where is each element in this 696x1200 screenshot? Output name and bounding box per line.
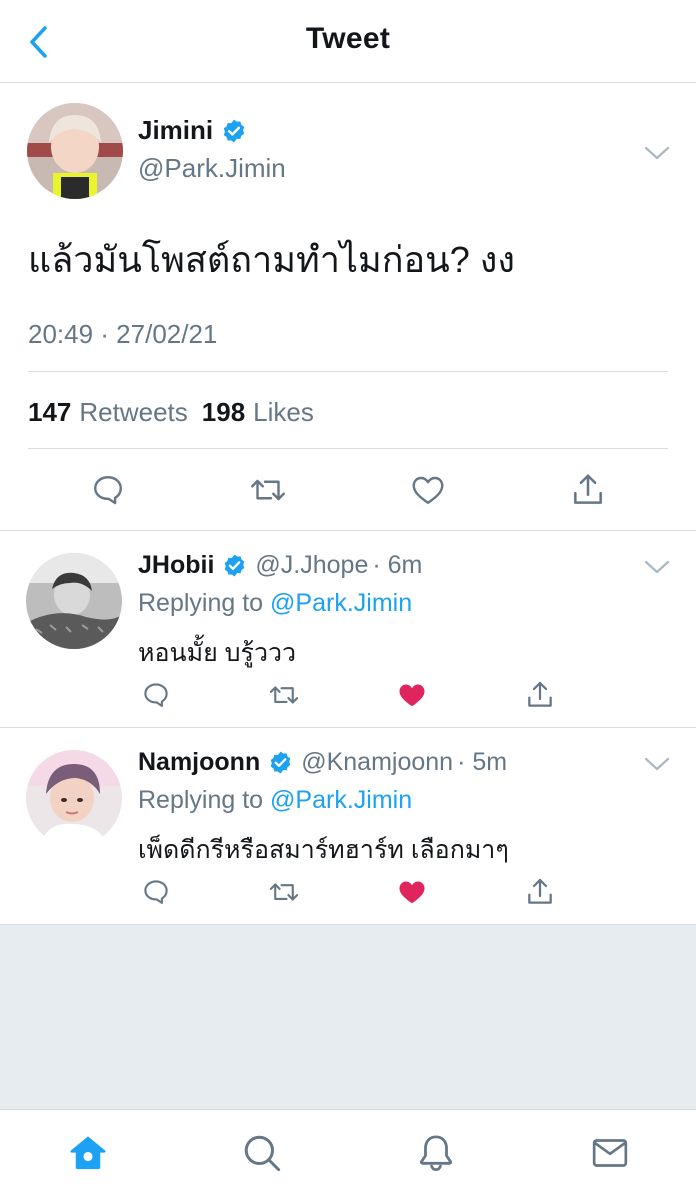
retweet-icon	[251, 479, 285, 501]
retweet-button[interactable]	[266, 874, 302, 910]
tab-messages[interactable]	[582, 1128, 638, 1178]
avatar[interactable]	[27, 103, 123, 199]
share-icon	[574, 474, 602, 504]
author-name[interactable]: Jimini	[138, 115, 213, 146]
share-button[interactable]	[522, 677, 558, 713]
page-title: Tweet	[305, 22, 391, 55]
author-handle[interactable]: @Park.Jimin	[138, 153, 286, 184]
replying-label: Replying to	[138, 786, 264, 814]
reply-options-button[interactable]	[644, 559, 670, 575]
heart-icon	[412, 476, 444, 504]
main-tweet: Jimini @Park.Jimin แล้วมันโพสต์ถามทำไมก่…	[0, 83, 696, 531]
reply-time: · 6m	[372, 551, 423, 579]
replying-to: Replying to @Park.Jimin	[138, 589, 412, 618]
replying-to: Replying to @Park.Jimin	[138, 786, 412, 815]
divider	[28, 448, 668, 449]
reply-actions	[0, 874, 696, 914]
share-icon	[528, 878, 552, 904]
likes-count[interactable]: 198	[202, 397, 245, 428]
replying-mention-link[interactable]: @Park.Jimin	[270, 589, 412, 617]
avatar[interactable]	[26, 750, 122, 846]
top-nav-bar: Tweet	[0, 0, 696, 83]
reply-button[interactable]	[86, 468, 130, 512]
avatar-image	[26, 750, 122, 846]
engagement-stats: 147 Retweets 198 Likes	[28, 397, 320, 428]
reply-options-button[interactable]	[644, 756, 670, 772]
reply-header: Namjoonn @Knamjoonn · 5m	[138, 748, 507, 777]
retweet-icon	[269, 883, 299, 901]
share-button[interactable]	[522, 874, 558, 910]
bell-icon	[420, 1135, 452, 1172]
reply-author-name[interactable]: JHobii	[138, 551, 214, 580]
home-icon	[70, 1136, 106, 1170]
reply-tweet[interactable]: Namjoonn @Knamjoonn · 5m Replying to @Pa…	[0, 728, 696, 925]
tweet-options-button[interactable]	[644, 145, 670, 161]
reply-header: JHobii @J.Jhope · 6m	[138, 551, 422, 580]
replying-label: Replying to	[138, 589, 264, 617]
chevron-down-icon	[644, 757, 670, 771]
retweets-label[interactable]: Retweets	[79, 397, 187, 428]
avatar-image	[26, 553, 122, 649]
reply-button[interactable]	[138, 677, 174, 713]
retweet-icon	[269, 686, 299, 704]
replying-mention-link[interactable]: @Park.Jimin	[270, 786, 412, 814]
likes-label[interactable]: Likes	[253, 397, 314, 428]
reply-author-handle[interactable]: @J.Jhope	[255, 551, 368, 580]
like-button[interactable]	[406, 468, 450, 512]
reply-author-handle[interactable]: @Knamjoonn	[301, 748, 453, 777]
reply-author-name[interactable]: Namjoonn	[138, 748, 260, 777]
retweet-button[interactable]	[246, 468, 290, 512]
avatar[interactable]	[26, 553, 122, 649]
chevron-down-icon	[644, 560, 670, 574]
tab-search[interactable]	[234, 1128, 290, 1178]
share-button[interactable]	[566, 468, 610, 512]
reply-actions	[0, 677, 696, 717]
tab-home[interactable]	[60, 1128, 116, 1178]
reply-time: · 5m	[457, 748, 508, 776]
retweet-button[interactable]	[266, 677, 302, 713]
verified-badge-icon	[222, 553, 247, 578]
reply-text: หอนมั้ย บรู้ววว	[138, 639, 297, 667]
like-button-active[interactable]	[394, 874, 430, 910]
comment-icon	[144, 683, 168, 707]
divider	[28, 371, 668, 372]
mail-icon	[592, 1139, 628, 1167]
verified-badge-icon	[268, 750, 293, 775]
comment-icon	[94, 476, 122, 505]
tweet-text: แล้วมันโพสต์ถามทำไมก่อน? งง	[28, 239, 515, 280]
share-icon	[528, 681, 552, 707]
tweet-actions	[0, 468, 696, 512]
search-icon	[244, 1135, 281, 1172]
tab-notifications[interactable]	[408, 1128, 464, 1178]
empty-timeline-area	[0, 925, 696, 1110]
author-name-row: Jimini	[138, 115, 247, 146]
heart-icon	[399, 684, 425, 707]
like-button-active[interactable]	[394, 677, 430, 713]
heart-icon	[399, 881, 425, 904]
comment-icon	[144, 880, 168, 904]
verified-badge-icon	[221, 118, 247, 144]
reply-tweet[interactable]: JHobii @J.Jhope · 6m Replying to @Park.J…	[0, 531, 696, 728]
reply-button[interactable]	[138, 874, 174, 910]
retweets-count[interactable]: 147	[28, 397, 71, 428]
chevron-down-icon	[644, 146, 670, 160]
tweet-timestamp: 20:49 · 27/02/21	[28, 319, 218, 349]
bottom-tab-bar	[0, 1109, 696, 1200]
avatar-image	[27, 103, 123, 199]
reply-text: เพ็ดดีกรีหรือสมาร์ทฮาร์ท เลือกมาๆ	[138, 836, 509, 864]
